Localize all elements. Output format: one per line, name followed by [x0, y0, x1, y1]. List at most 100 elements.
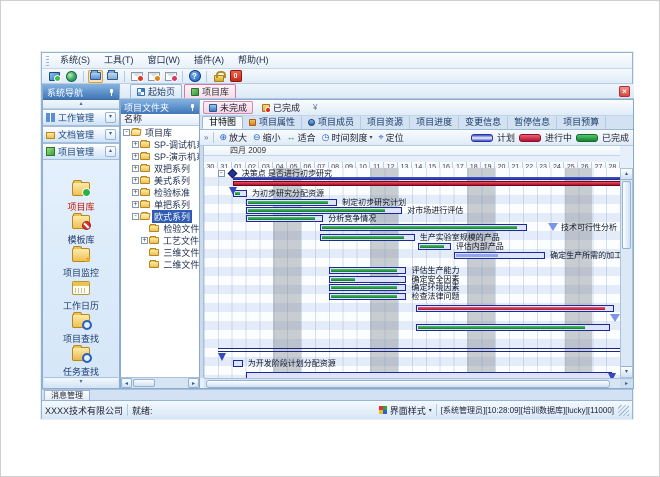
- gantt-hscrollbar[interactable]: [204, 378, 620, 389]
- chevron-down-icon[interactable]: ▾: [105, 129, 116, 140]
- task-bar[interactable]: [329, 284, 407, 291]
- scroll-up-icon[interactable]: ▴: [621, 169, 632, 180]
- task-bar[interactable]: [418, 243, 451, 250]
- sidebar-group-2[interactable]: 项目管理▴: [43, 143, 119, 160]
- gantt-toolbar-4[interactable]: ⌖定位: [378, 131, 403, 144]
- scroll-right-icon[interactable]: ▸: [188, 378, 199, 388]
- tab-4[interactable]: 项目进度: [410, 116, 459, 129]
- pin-icon[interactable]: [108, 89, 115, 96]
- tree-item-9[interactable]: +工艺文件: [121, 234, 199, 246]
- task-bar[interactable]: [416, 305, 614, 312]
- interface-style-button[interactable]: 界面样式 ▾: [379, 404, 432, 417]
- tab-2[interactable]: 项目成员: [302, 116, 361, 129]
- close-icon[interactable]: ×: [619, 86, 630, 97]
- chevron-down-icon[interactable]: ▾: [105, 112, 116, 123]
- scroll-left-icon[interactable]: ◂: [121, 378, 132, 388]
- filter-unfinished[interactable]: 未完成: [203, 101, 253, 114]
- tab-3[interactable]: 项目资源: [361, 116, 410, 129]
- toolbar-button-7[interactable]: ?: [187, 70, 202, 83]
- task-bar[interactable]: [320, 224, 527, 231]
- gantt-toolbar-0[interactable]: ⊕放大: [219, 131, 247, 144]
- task-bar[interactable]: [329, 293, 407, 300]
- toolbar-button-8[interactable]: [211, 70, 226, 83]
- sidebar-item-3[interactable]: 工作日历: [44, 281, 118, 310]
- scroll-down-icon[interactable]: ▾: [621, 366, 632, 377]
- tab-1[interactable]: 项目属性: [243, 116, 302, 129]
- tree-item-1[interactable]: +SP-调试机系: [121, 138, 199, 150]
- sidebar-group-0[interactable]: 工作管理▾: [43, 109, 119, 126]
- toolbar-button-3[interactable]: [105, 70, 120, 83]
- task-bar[interactable]: [246, 372, 612, 378]
- expander-icon[interactable]: +: [132, 165, 139, 172]
- scroll-corner[interactable]: ▸: [620, 378, 633, 389]
- sidebar-group-1[interactable]: 文档管理▾: [43, 126, 119, 143]
- task-bar[interactable]: [246, 207, 403, 214]
- toolbar-button-4[interactable]: [129, 70, 144, 83]
- tree-column-header[interactable]: 名称: [121, 114, 199, 126]
- tree-hscrollbar[interactable]: ◂ ▸: [121, 377, 199, 388]
- vscroll-thumb[interactable]: [622, 181, 631, 249]
- sidebar-item-0[interactable]: 项目库: [44, 182, 118, 211]
- sidebar-collapse-button[interactable]: ▴: [43, 100, 119, 109]
- gantt-vscrollbar[interactable]: ▴ ▾: [620, 168, 633, 378]
- tree-item-3[interactable]: +双把系列: [121, 162, 199, 174]
- menu-item-2[interactable]: 窗口(W): [141, 53, 188, 68]
- tree-pin-icon[interactable]: [189, 104, 196, 111]
- toolbar-button-2[interactable]: [88, 70, 103, 83]
- tree-item-11[interactable]: 二维文件: [121, 258, 199, 270]
- gantt-toolbar-2[interactable]: ↔适合: [287, 131, 316, 144]
- tab-6[interactable]: 暂停信息: [508, 116, 557, 129]
- task-bar[interactable]: [454, 252, 546, 259]
- tree-item-10[interactable]: 三维文件: [121, 246, 199, 258]
- toolbar-button-1[interactable]: [64, 70, 79, 83]
- tree-item-7[interactable]: -欧式系列: [121, 210, 199, 222]
- expander-icon[interactable]: +: [141, 237, 148, 244]
- tree-item-0[interactable]: -项目库: [121, 126, 199, 138]
- tree-item-2[interactable]: +SP-演示机系: [121, 150, 199, 162]
- sidebar-item-1[interactable]: 模板库: [44, 215, 118, 244]
- doc-tab-1[interactable]: 项目库: [184, 84, 236, 98]
- task-bar[interactable]: [246, 199, 338, 206]
- filter-more-icon[interactable]: ¥: [313, 103, 317, 112]
- tree-item-6[interactable]: +单把系列: [121, 198, 199, 210]
- toolbar-button-6[interactable]: [163, 70, 178, 83]
- toolbar-button-9[interactable]: 0: [228, 70, 243, 83]
- expander-icon[interactable]: +: [132, 141, 139, 148]
- task-bar[interactable]: [320, 234, 414, 241]
- expander-icon[interactable]: +: [132, 189, 139, 196]
- menu-item-4[interactable]: 帮助(H): [231, 53, 276, 68]
- expander-icon[interactable]: -: [132, 213, 139, 220]
- gantt-grid[interactable]: -决策点 是否进行初步研究为初步研究分配资源制定初步研究计划对市场进行评估分析竞…: [204, 168, 620, 378]
- toolbar-overflow-icon[interactable]: »: [204, 133, 208, 142]
- sidebar-item-5[interactable]: 任务查找: [44, 347, 118, 376]
- expand-box-icon[interactable]: -: [218, 170, 225, 177]
- gantt-toolbar-1[interactable]: ⊖缩小: [253, 131, 281, 144]
- expander-icon[interactable]: +: [132, 153, 139, 160]
- tab-0[interactable]: 甘特图: [202, 116, 243, 129]
- tree-hscroll-thumb[interactable]: [133, 379, 155, 387]
- task-bar[interactable]: [329, 267, 407, 274]
- gantt-toolbar-3[interactable]: ◷时间刻度▾: [322, 131, 373, 144]
- hscroll-thumb[interactable]: [206, 380, 610, 388]
- menu-item-0[interactable]: 系统(S): [53, 53, 97, 68]
- tab-5[interactable]: 变更信息: [459, 116, 508, 129]
- tree-item-5[interactable]: +检验标准: [121, 186, 199, 198]
- tab-7[interactable]: 项目预算: [557, 116, 606, 129]
- task-bar[interactable]: [246, 215, 324, 222]
- sidebar-footer-group[interactable]: ▾: [44, 377, 118, 387]
- resize-grip[interactable]: [618, 405, 629, 416]
- tree-item-4[interactable]: +美式系列: [121, 174, 199, 186]
- filter-finished[interactable]: 已完成: [256, 101, 306, 114]
- sidebar-item-2[interactable]: 项目监控: [44, 248, 118, 277]
- sidebar-item-4[interactable]: 项目查找: [44, 314, 118, 343]
- doc-tab-0[interactable]: 起始页: [130, 84, 182, 98]
- toolbar-button-0[interactable]: [47, 70, 62, 83]
- menu-item-1[interactable]: 工具(T): [97, 53, 141, 68]
- expander-icon[interactable]: -: [123, 129, 130, 136]
- menu-item-3[interactable]: 插件(A): [187, 53, 231, 68]
- toolbar-button-5[interactable]: [146, 70, 161, 83]
- task-bar[interactable]: [233, 360, 243, 367]
- tree-item-8[interactable]: 检验文件: [121, 222, 199, 234]
- task-bar[interactable]: [416, 324, 610, 331]
- expander-icon[interactable]: +: [132, 201, 139, 208]
